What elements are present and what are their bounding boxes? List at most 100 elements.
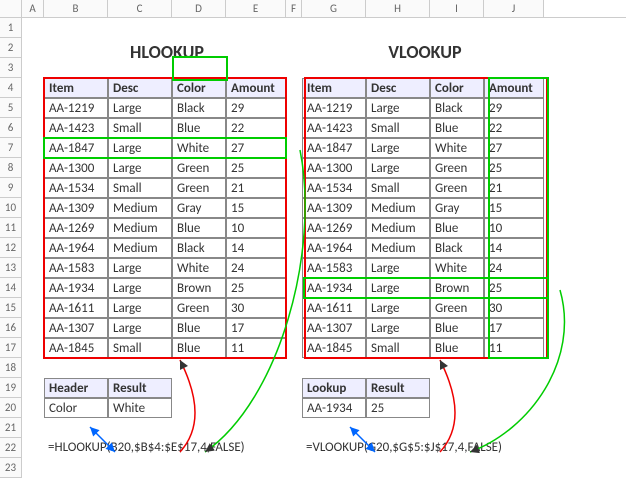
right-cell-r11-c1[interactable]: Medium (366, 218, 430, 238)
right-cell-r6-c0[interactable]: AA-1423 (302, 118, 366, 138)
right-cell-r13-c2[interactable]: White (430, 258, 484, 278)
row-23[interactable]: 23 (0, 458, 22, 478)
right-cell-r14-c1[interactable]: Large (366, 278, 430, 298)
left-cell-r13-c1[interactable]: Large (108, 258, 172, 278)
left-cell-r14-c0[interactable]: AA-1934 (44, 278, 108, 298)
right-header-Amount[interactable]: Amount (484, 78, 544, 98)
right-cell-r8-c1[interactable]: Large (366, 158, 430, 178)
right-cell-r17-c3[interactable]: 11 (484, 338, 544, 358)
row-9[interactable]: 9 (0, 178, 22, 198)
left-cell-r15-c1[interactable]: Large (108, 298, 172, 318)
row-1[interactable]: 1 (0, 18, 22, 38)
left-cell-r12-c2[interactable]: Black (172, 238, 226, 258)
right-cell-r11-c3[interactable]: 10 (484, 218, 544, 238)
left-cell-r11-c3[interactable]: 10 (226, 218, 286, 238)
left-cell-r9-c2[interactable]: Green (172, 178, 226, 198)
row-22[interactable]: 22 (0, 438, 22, 458)
row-10[interactable]: 10 (0, 198, 22, 218)
left-header-Desc[interactable]: Desc (108, 78, 172, 98)
left-cell-r9-c1[interactable]: Small (108, 178, 172, 198)
left-cell-r5-c3[interactable]: 29 (226, 98, 286, 118)
left-cell-r16-c2[interactable]: Blue (172, 318, 226, 338)
hlookup-box-header-0[interactable]: Header (44, 378, 108, 398)
left-cell-r9-c0[interactable]: AA-1534 (44, 178, 108, 198)
left-cell-r6-c1[interactable]: Small (108, 118, 172, 138)
right-cell-r17-c1[interactable]: Small (366, 338, 430, 358)
left-cell-r16-c3[interactable]: 17 (226, 318, 286, 338)
left-cell-r12-c0[interactable]: AA-1964 (44, 238, 108, 258)
left-cell-r8-c3[interactable]: 25 (226, 158, 286, 178)
left-cell-r11-c1[interactable]: Medium (108, 218, 172, 238)
left-cell-r13-c0[interactable]: AA-1583 (44, 258, 108, 278)
left-cell-r11-c2[interactable]: Blue (172, 218, 226, 238)
vlookup-box-result[interactable]: 25 (366, 398, 430, 418)
row-8[interactable]: 8 (0, 158, 22, 178)
right-cell-r17-c0[interactable]: AA-1845 (302, 338, 366, 358)
left-cell-r7-c0[interactable]: AA-1847 (44, 138, 108, 158)
left-cell-r13-c2[interactable]: White (172, 258, 226, 278)
col-A[interactable]: A (22, 0, 44, 17)
left-cell-r9-c3[interactable]: 21 (226, 178, 286, 198)
left-header-Color[interactable]: Color (172, 78, 226, 98)
right-header-Desc[interactable]: Desc (366, 78, 430, 98)
right-cell-r5-c0[interactable]: AA-1219 (302, 98, 366, 118)
left-cell-r7-c2[interactable]: White (172, 138, 226, 158)
hlookup-box-result[interactable]: White (108, 398, 172, 418)
row-20[interactable]: 20 (0, 398, 22, 418)
left-header-Amount[interactable]: Amount (226, 78, 286, 98)
left-cell-r17-c2[interactable]: Blue (172, 338, 226, 358)
vlookup-box-lookup[interactable]: AA-1934 (302, 398, 366, 418)
right-cell-r5-c3[interactable]: 29 (484, 98, 544, 118)
row-18[interactable]: 18 (0, 358, 22, 378)
left-cell-r10-c2[interactable]: Gray (172, 198, 226, 218)
row-12[interactable]: 12 (0, 238, 22, 258)
right-cell-r7-c3[interactable]: 27 (484, 138, 544, 158)
col-F[interactable]: F (286, 0, 302, 17)
row-7[interactable]: 7 (0, 138, 22, 158)
row-16[interactable]: 16 (0, 318, 22, 338)
right-cell-r6-c1[interactable]: Small (366, 118, 430, 138)
right-cell-r14-c3[interactable]: 25 (484, 278, 544, 298)
left-cell-r16-c1[interactable]: Large (108, 318, 172, 338)
left-cell-r14-c2[interactable]: Brown (172, 278, 226, 298)
right-cell-r9-c3[interactable]: 21 (484, 178, 544, 198)
left-cell-r10-c3[interactable]: 15 (226, 198, 286, 218)
right-cell-r11-c0[interactable]: AA-1269 (302, 218, 366, 238)
left-cell-r10-c0[interactable]: AA-1309 (44, 198, 108, 218)
left-cell-r12-c1[interactable]: Medium (108, 238, 172, 258)
row-21[interactable]: 21 (0, 418, 22, 438)
right-cell-r12-c3[interactable]: 14 (484, 238, 544, 258)
right-cell-r9-c0[interactable]: AA-1534 (302, 178, 366, 198)
right-cell-r9-c2[interactable]: Green (430, 178, 484, 198)
col-E[interactable]: E (226, 0, 286, 17)
col-B[interactable]: B (44, 0, 108, 17)
right-cell-r15-c2[interactable]: Green (430, 298, 484, 318)
left-cell-r15-c0[interactable]: AA-1611 (44, 298, 108, 318)
left-cell-r13-c3[interactable]: 24 (226, 258, 286, 278)
vlookup-box-header-1[interactable]: Result (366, 378, 430, 398)
row-13[interactable]: 13 (0, 258, 22, 278)
row-5[interactable]: 5 (0, 98, 22, 118)
left-cell-r12-c3[interactable]: 14 (226, 238, 286, 258)
right-cell-r10-c0[interactable]: AA-1309 (302, 198, 366, 218)
col-J[interactable]: J (484, 0, 544, 17)
hlookup-box-header-1[interactable]: Result (108, 378, 172, 398)
right-cell-r17-c2[interactable]: Blue (430, 338, 484, 358)
right-cell-r10-c1[interactable]: Medium (366, 198, 430, 218)
right-cell-r13-c0[interactable]: AA-1583 (302, 258, 366, 278)
left-cell-r14-c1[interactable]: Large (108, 278, 172, 298)
right-cell-r8-c0[interactable]: AA-1300 (302, 158, 366, 178)
right-cell-r12-c0[interactable]: AA-1964 (302, 238, 366, 258)
row-17[interactable]: 17 (0, 338, 22, 358)
left-cell-r8-c2[interactable]: Green (172, 158, 226, 178)
left-cell-r8-c0[interactable]: AA-1300 (44, 158, 108, 178)
row-15[interactable]: 15 (0, 298, 22, 318)
col-I[interactable]: I (430, 0, 484, 17)
right-cell-r11-c2[interactable]: Blue (430, 218, 484, 238)
right-cell-r15-c1[interactable]: Large (366, 298, 430, 318)
right-cell-r10-c3[interactable]: 15 (484, 198, 544, 218)
right-cell-r6-c2[interactable]: Blue (430, 118, 484, 138)
left-cell-r7-c1[interactable]: Large (108, 138, 172, 158)
right-cell-r12-c2[interactable]: Black (430, 238, 484, 258)
right-cell-r9-c1[interactable]: Small (366, 178, 430, 198)
